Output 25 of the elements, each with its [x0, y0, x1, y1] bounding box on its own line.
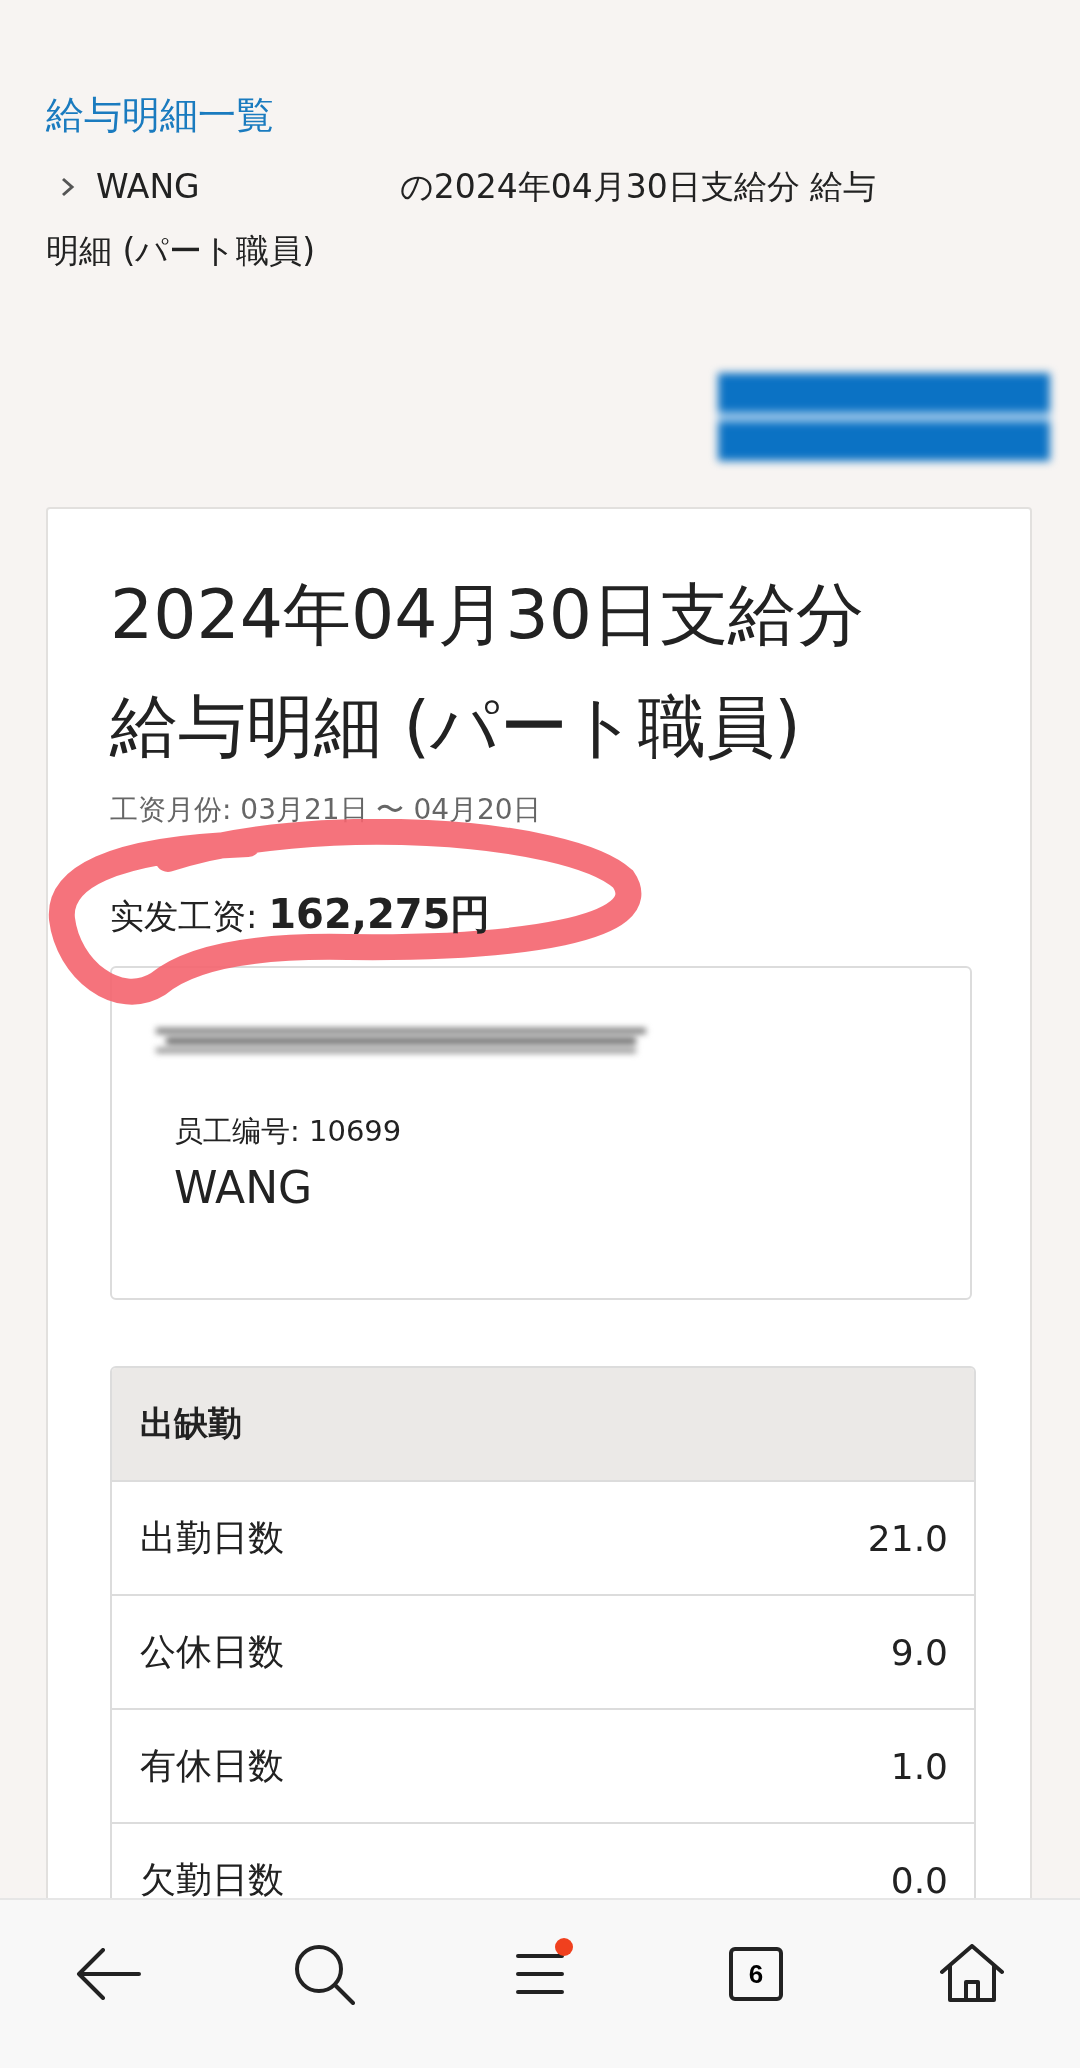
- back-icon: [75, 1948, 141, 2000]
- row-label: 欠勤日数: [140, 1857, 284, 1902]
- row-value: 0.0: [890, 1859, 948, 1901]
- tabs-button[interactable]: 6: [701, 1924, 811, 2024]
- row-label: 有休日数: [140, 1743, 284, 1788]
- home-icon: [940, 1944, 1004, 2004]
- row-label: 出勤日数: [140, 1515, 284, 1560]
- row-value: 21.0: [867, 1517, 948, 1559]
- table-heading: 出缺勤: [112, 1368, 974, 1482]
- payslip-list-link[interactable]: 給与明細一覧: [46, 90, 274, 141]
- breadcrumb-current: 明細 (パート職員): [46, 231, 316, 270]
- breadcrumb-current: の2024年04月30日支給分 給与: [399, 166, 877, 208]
- employee-name: WANG: [174, 1162, 314, 1213]
- employee-number: 员工编号: 10699: [174, 1113, 403, 1150]
- tab-count: 6: [729, 1947, 783, 2001]
- payslip-title: 2024年04月30日支給分 給与明細 (パート職員): [110, 574, 866, 768]
- pay-period: 工资月份: 03月21日 〜 04月20日: [110, 792, 542, 828]
- chevron-icon: [60, 176, 76, 198]
- search-icon: [293, 1943, 355, 2005]
- net-pay: 实发工资: 162,275円: [110, 890, 491, 939]
- row-value: 1.0: [890, 1745, 948, 1787]
- row-label: 公休日数: [140, 1629, 284, 1674]
- row-value: 9.0: [890, 1631, 948, 1673]
- menu-icon: [516, 1953, 564, 1995]
- breadcrumb-name: WANG: [96, 166, 200, 208]
